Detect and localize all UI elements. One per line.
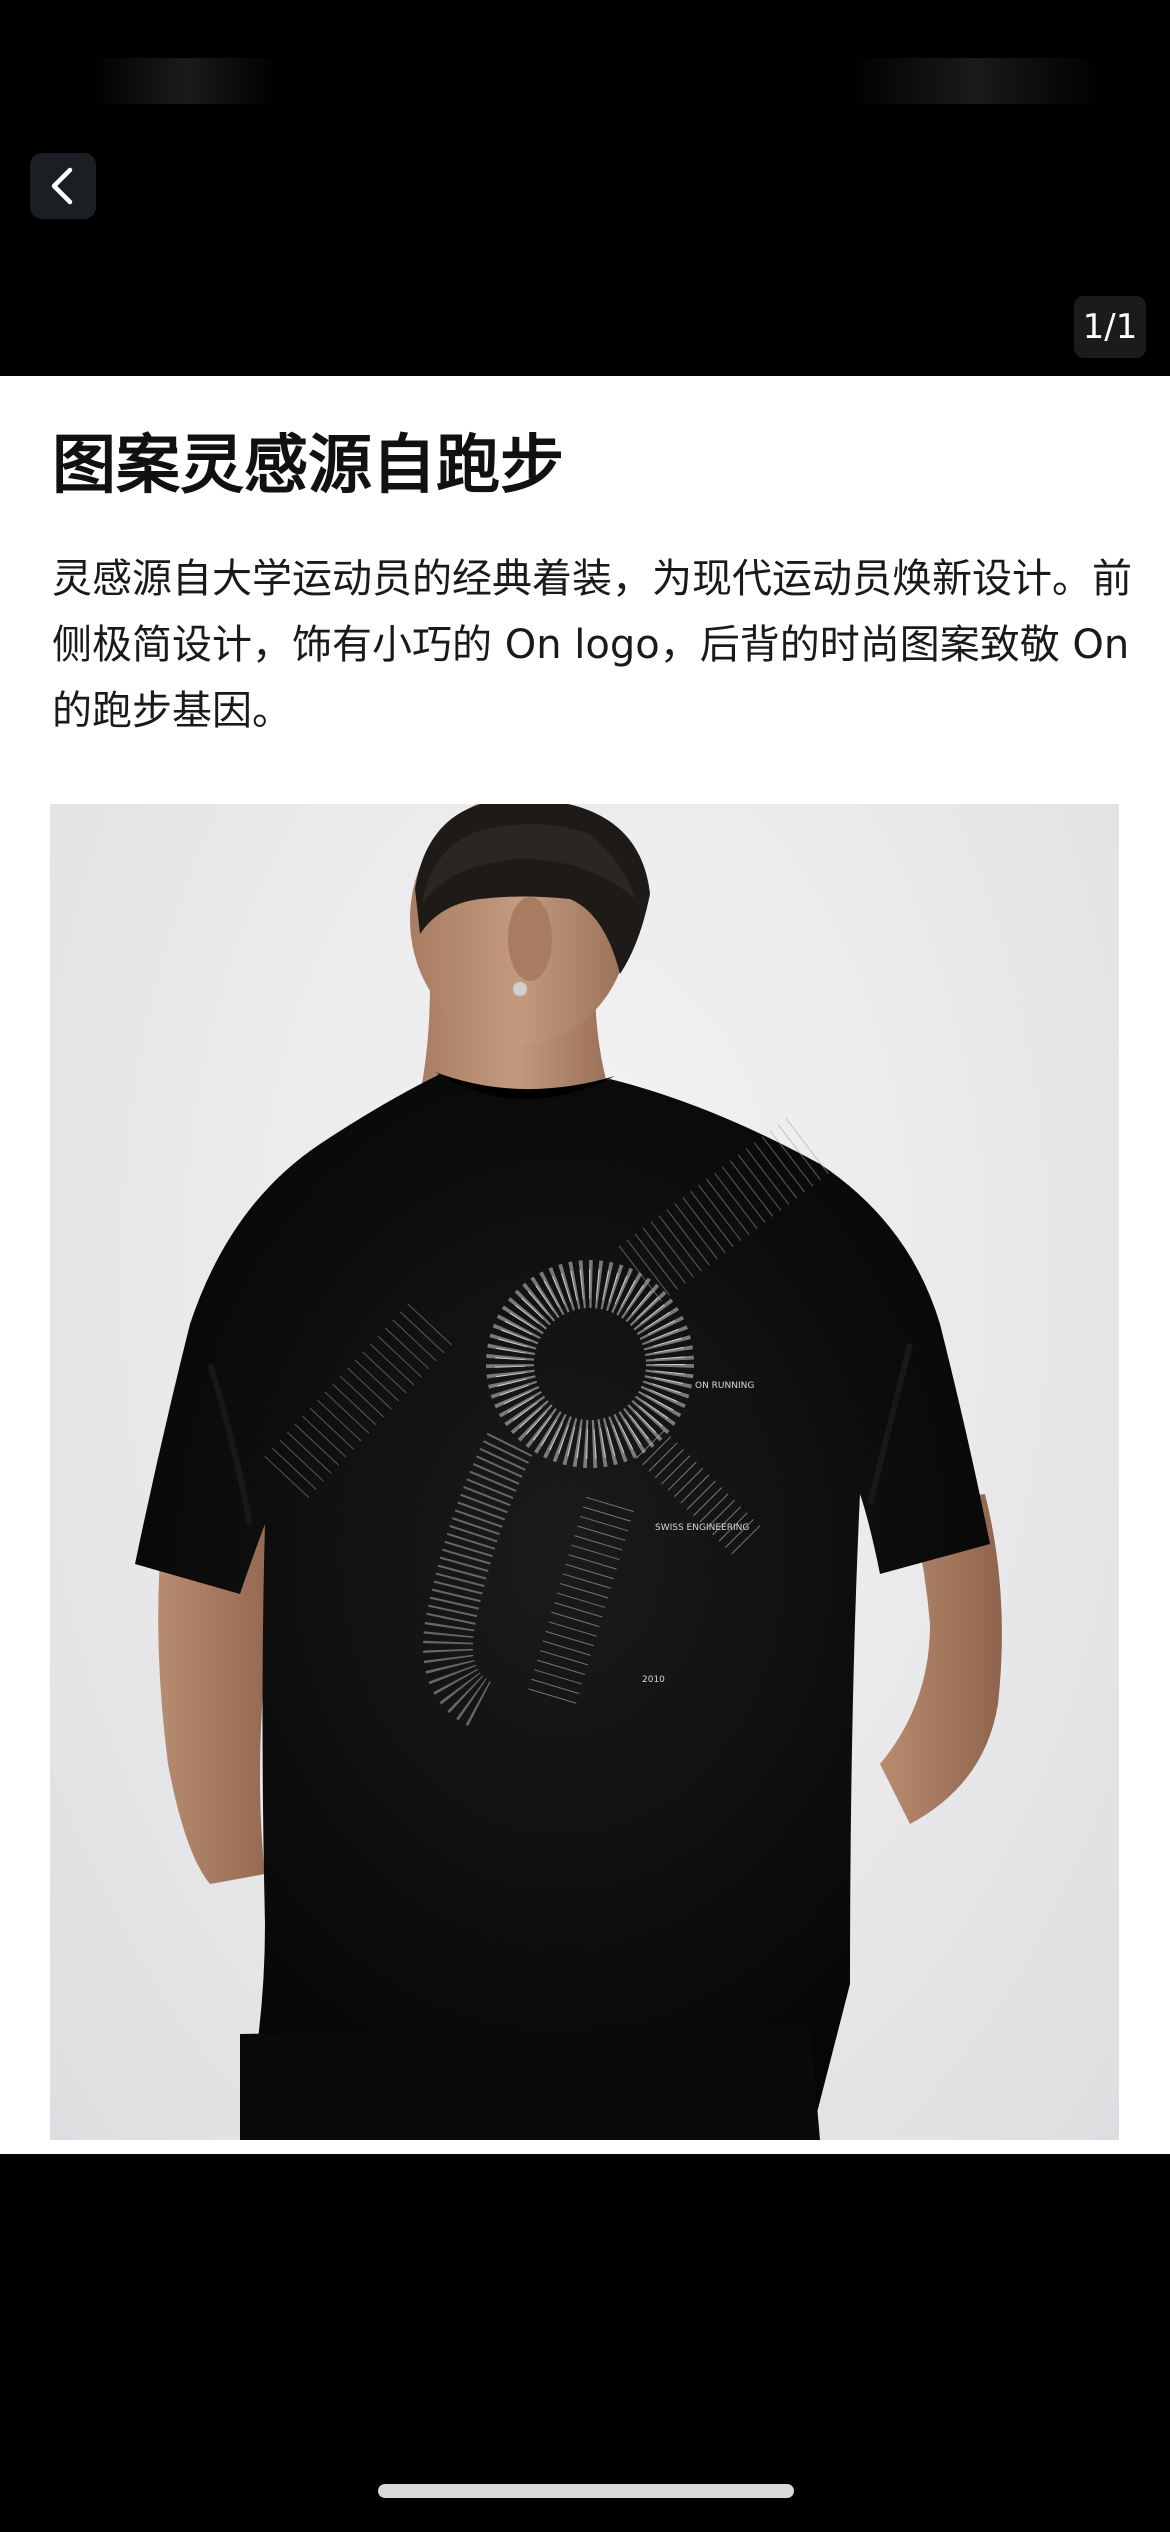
product-photo: ON RUNNING SWISS ENGINEERING 2010 <box>50 804 1119 2140</box>
status-bar-right-blur <box>850 58 1100 104</box>
product-detail-screen: 1/1 图案灵感源自跑步 灵感源自大学运动员的经典着装，为现代运动员焕新设计。前… <box>0 0 1170 2532</box>
model-back-tshirt-image: ON RUNNING SWISS ENGINEERING 2010 <box>135 804 1002 2140</box>
page-counter: 1/1 <box>1074 296 1146 358</box>
chevron-left-icon <box>51 167 73 205</box>
status-bar-left-blur <box>90 58 280 104</box>
bottom-bar <box>0 2154 1170 2532</box>
print-text-line-1: ON RUNNING <box>695 1381 754 1391</box>
product-description: 灵感源自大学运动员的经典着装，为现代运动员焕新设计。前侧极简设计，饰有小巧的 O… <box>52 556 1132 734</box>
print-text-line-3: 2010 <box>642 1675 665 1685</box>
content-card: 图案灵感源自跑步 灵感源自大学运动员的经典着装，为现代运动员焕新设计。前侧极简设… <box>0 376 1170 2154</box>
print-text-line-2: SWISS ENGINEERING <box>655 1523 749 1533</box>
top-bar: 1/1 <box>0 0 1170 376</box>
back-button[interactable] <box>30 153 96 219</box>
home-indicator[interactable] <box>378 2484 794 2498</box>
page-title: 图案灵感源自跑步 <box>52 429 564 503</box>
